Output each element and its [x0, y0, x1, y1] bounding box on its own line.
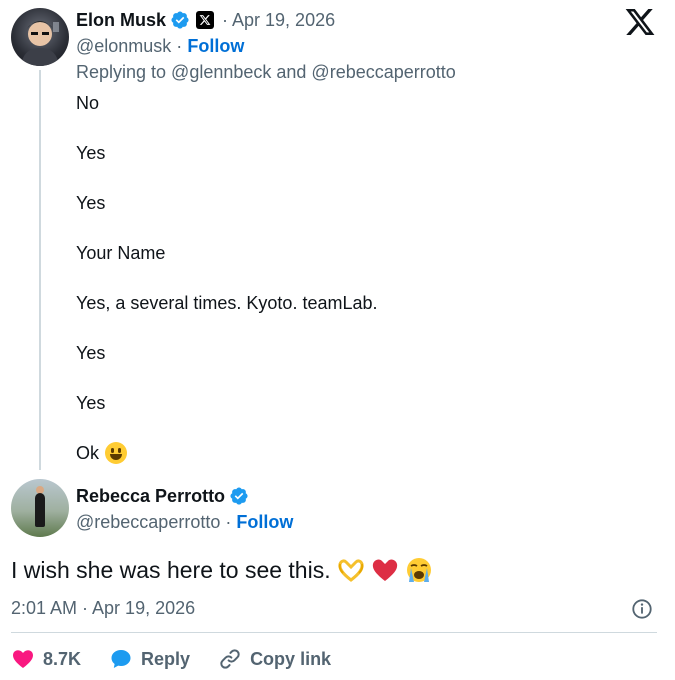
follow-elon-button[interactable]: Follow	[187, 36, 244, 56]
avatar-illustration	[21, 21, 59, 66]
link-icon	[220, 649, 240, 669]
parent-author-handle[interactable]: @elonmusk ·	[76, 36, 182, 56]
main-tweet-text-content: I wish she was here to see this.	[11, 556, 331, 583]
heart-icon	[13, 650, 33, 668]
verified-badge-icon	[230, 487, 248, 505]
heart-hands-emoji-icon	[337, 559, 364, 582]
action-bar: 8.7K Reply Copy link	[11, 646, 359, 672]
parent-handle-row: @elonmusk · Follow	[76, 36, 244, 57]
tweet-line: Yes, a several times. Kyoto. teamLab.	[76, 293, 378, 313]
tweet-line: No	[76, 93, 100, 113]
thread-connector-line	[39, 70, 41, 470]
main-author-name[interactable]: Rebecca Perrotto	[76, 486, 225, 507]
x-logo-icon[interactable]	[624, 6, 656, 38]
divider	[11, 632, 657, 633]
reply-label: Reply	[141, 648, 191, 669]
info-icon[interactable]	[631, 598, 653, 620]
replying-to-line: Replying to @glennbeck and @rebeccaperro…	[76, 62, 456, 82]
speech-bubble-icon	[111, 650, 131, 668]
parent-author-row: Elon Musk · Apr 19, 2026	[76, 8, 335, 32]
avatar-rebecca-perrotto[interactable]	[11, 479, 69, 537]
main-author-row: Rebecca Perrotto	[76, 484, 249, 508]
reply-button[interactable]: Reply	[109, 647, 190, 671]
tweet-line: Yes	[76, 393, 106, 413]
copy-link-label: Copy link	[250, 648, 332, 669]
tweet-timestamp[interactable]: 2:01 AM · Apr 19, 2026	[11, 598, 195, 619]
main-tweet-text: I wish she was here to see this.	[11, 556, 433, 584]
verified-badge-icon	[171, 11, 189, 29]
copy-link-button[interactable]: Copy link	[218, 647, 331, 671]
parent-tweet-date[interactable]: · Apr 19, 2026	[222, 10, 335, 31]
like-count: 8.7K	[43, 648, 82, 669]
loudly-crying-face-emoji-icon	[406, 558, 431, 582]
tweet-line: Yes	[76, 193, 106, 213]
grinning-face-emoji-icon	[105, 442, 128, 464]
tweet-line: Yes	[76, 343, 106, 363]
red-heart-emoji-icon	[372, 559, 397, 581]
avatar-figure	[35, 493, 45, 527]
follow-rebecca-button[interactable]: Follow	[236, 512, 293, 532]
main-author-handle[interactable]: @rebeccaperrotto ·	[76, 512, 231, 532]
parent-author-name[interactable]: Elon Musk	[76, 10, 166, 31]
parent-tweet-body: No Yes Yes Your Name Yes, a several time…	[76, 93, 636, 493]
main-handle-row: @rebeccaperrotto · Follow	[76, 512, 293, 533]
x-affiliate-badge-icon	[196, 11, 215, 29]
tweet-line: Yes	[76, 143, 106, 163]
avatar-elon-musk[interactable]	[11, 8, 69, 66]
like-button[interactable]: 8.7K	[11, 647, 81, 671]
tweet-line: Your Name	[76, 243, 166, 263]
